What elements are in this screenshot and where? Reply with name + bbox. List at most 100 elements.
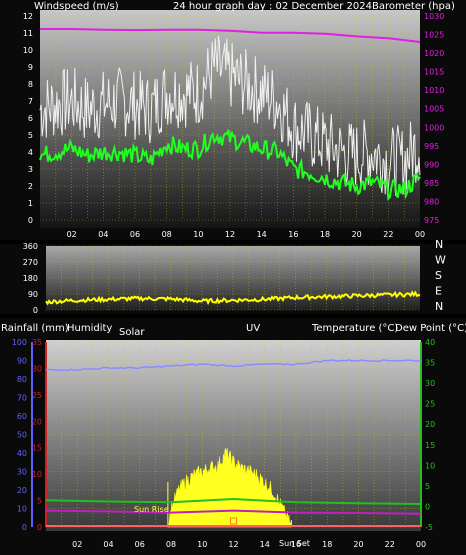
barometer-tick-label: 975 [424, 216, 439, 225]
barometer-tick-label: 1005 [424, 105, 444, 114]
rain-tick-label: 80 [17, 375, 27, 384]
rain-tick-label: 10 [17, 505, 27, 514]
rain-tick-label: 60 [17, 412, 27, 421]
barometer-tick-label: 985 [424, 179, 439, 188]
weather-x-tick-label: 20 [353, 540, 363, 549]
compass-tick-label: N [435, 300, 443, 313]
humidity-label: Humidity [67, 323, 112, 334]
barometer-tick-label: 1000 [424, 123, 444, 132]
windspeed-tick-label: 1 [28, 199, 33, 208]
wind-x-tick-label: 06 [130, 230, 140, 239]
weather-x-tick-label: 14 [260, 540, 270, 549]
weather-x-tick-label: 12 [228, 540, 238, 549]
weather-graph-page: 0 1 2 3 4 5 6 7 8 9 10 11 12 975 980 985 990 995 1000 1005 1… [0, 0, 466, 555]
temperature-tick-label: 20 [425, 420, 435, 429]
windspeed-tick-label: 8 [28, 80, 33, 89]
wind-x-tick-label: 08 [162, 230, 172, 239]
barometer-tick-label: 990 [424, 160, 439, 169]
windspeed-tick-label: 9 [28, 63, 33, 72]
humidity-tick-label: 15 [32, 444, 42, 453]
temperature-tick-label: 5 [425, 482, 430, 491]
direction-tick-label: 180 [23, 274, 38, 283]
compass-tick-label: E [435, 285, 442, 298]
windspeed-tick-label: 4 [28, 148, 33, 157]
rain-tick-label: 40 [17, 449, 27, 458]
direction-tick-label: 90 [28, 290, 38, 299]
rainfall-label: Rainfall (mm) [1, 323, 69, 334]
wind-x-tick-label: 00 [415, 230, 425, 239]
rain-tick-label: 70 [17, 394, 27, 403]
rain-tick-label: 100 [12, 338, 27, 347]
direction-tick-label: 360 [23, 242, 38, 251]
compass-tick-label: N [435, 238, 443, 251]
windspeed-tick-label: 12 [23, 12, 33, 21]
humidity-tick-label: 5 [37, 497, 42, 506]
weather-x-tick-label: 18 [322, 540, 332, 549]
graph-date-title: 24 hour graph day : 02 December 2024 [173, 1, 372, 12]
barometer-tick-label: 1020 [424, 49, 444, 58]
windspeed-tick-label: 5 [28, 131, 33, 140]
weather-chart: 0123456789101112975980985990995100010051… [0, 0, 466, 555]
weather-x-tick-label: 02 [72, 540, 82, 549]
wind-x-tick-label: 20 [352, 230, 362, 239]
weather-x-tick-label: 08 [166, 540, 176, 549]
temperature-tick-label: -5 [425, 523, 433, 532]
rain-tick-label: 30 [17, 468, 27, 477]
humidity-tick-label: 35 [32, 338, 42, 347]
wind-x-tick-label: 16 [288, 230, 298, 239]
weather-x-tick-label: 04 [103, 540, 113, 549]
barometer-tick-label: 995 [424, 142, 439, 151]
dewpoint-label: Dew Point (°C) [395, 323, 466, 334]
windspeed-tick-label: 10 [23, 46, 33, 55]
wind-x-tick-label: 18 [320, 230, 330, 239]
temperature-tick-label: 35 [425, 359, 435, 368]
weather-x-tick-label: 10 [197, 540, 207, 549]
wind-x-tick-label: 02 [67, 230, 77, 239]
uv-label: UV [246, 323, 260, 334]
compass-tick-label: W [435, 254, 446, 267]
rain-tick-label: 50 [17, 431, 27, 440]
windspeed-tick-label: 7 [28, 97, 33, 106]
weather-x-tick-label: 22 [385, 540, 395, 549]
wind-x-tick-label: 12 [225, 230, 235, 239]
wind-x-tick-label: 22 [383, 230, 393, 239]
weather-x-tick-label: 06 [135, 540, 145, 549]
direction-tick-label: 270 [23, 258, 38, 267]
wind-x-tick-label: 14 [257, 230, 267, 239]
temperature-tick-label: 10 [425, 461, 435, 470]
temperature-tick-label: 0 [425, 502, 430, 511]
temperature-tick-label: 40 [425, 338, 435, 347]
humidity-tick-label: 25 [32, 391, 42, 400]
windspeed-tick-label: 2 [28, 182, 33, 191]
humidity-tick-label: 10 [32, 470, 42, 479]
sunset-annotation: Sun Set [279, 539, 310, 548]
windspeed-tick-label: 0 [28, 216, 33, 225]
rain-tick-label: 90 [17, 357, 27, 366]
temperature-tick-label: 30 [425, 379, 435, 388]
temperature-tick-label: 15 [425, 441, 435, 450]
weather-x-tick-label: 00 [416, 540, 426, 549]
wind-x-tick-label: 04 [98, 230, 108, 239]
barometer-tick-label: 1010 [424, 86, 444, 95]
barometer-tick-label: 1030 [424, 12, 444, 21]
windspeed-tick-label: 6 [28, 114, 33, 123]
barometer-tick-label: 1025 [424, 31, 444, 40]
windspeed-axis-title: Windspeed (m/s) [34, 1, 119, 12]
compass-tick-label: S [435, 269, 442, 282]
solar-label: Solar [119, 327, 145, 338]
rain-tick-label: 20 [17, 486, 27, 495]
barometer-axis-title: Barometer (hpa) [372, 1, 455, 12]
direction-tick-label: 0 [33, 306, 38, 315]
barometer-tick-label: 1015 [424, 68, 444, 77]
rain-tick-label: 0 [22, 523, 27, 532]
sunrise-annotation: Sun Rise [134, 505, 169, 514]
barometer-tick-label: 980 [424, 197, 439, 206]
temperature-label: Temperature (°C) [311, 323, 398, 334]
wind-x-tick-label: 10 [193, 230, 203, 239]
humidity-tick-label: 30 [32, 364, 42, 373]
windspeed-tick-label: 3 [28, 165, 33, 174]
temperature-tick-label: 25 [425, 400, 435, 409]
windspeed-tick-label: 11 [23, 29, 33, 38]
humidity-tick-label: 0 [37, 523, 42, 532]
humidity-tick-label: 20 [32, 417, 42, 426]
